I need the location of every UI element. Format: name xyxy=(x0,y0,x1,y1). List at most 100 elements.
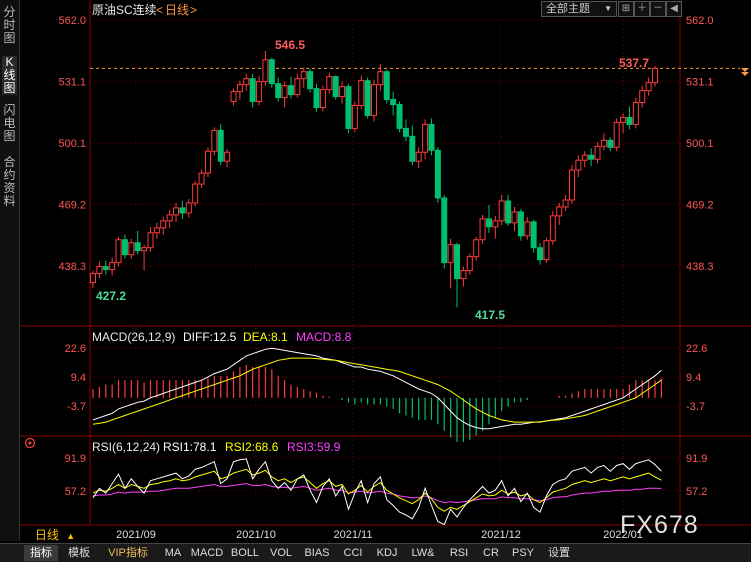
candle xyxy=(652,65,658,87)
candle xyxy=(383,69,390,104)
chart-area: 原油SC连续 < 日线 > MACD(26,12,9) DIFF:12.5 DE… xyxy=(20,0,751,541)
candle xyxy=(358,75,365,109)
tab-templates[interactable]: 模板 xyxy=(62,545,96,561)
tab-bias[interactable]: BIAS xyxy=(300,545,334,561)
price-tick-right: 469.2 xyxy=(686,200,714,212)
tab-macd[interactable]: MACD xyxy=(190,545,224,561)
tab-psy[interactable]: PSY xyxy=(508,545,538,561)
high-annotation: 546.5 xyxy=(275,38,305,52)
zoom-in-icon[interactable]: ＋ xyxy=(634,1,650,17)
macd-tick-left: 9.4 xyxy=(71,372,86,384)
candle xyxy=(287,76,294,99)
candle xyxy=(524,216,531,240)
candle xyxy=(422,119,429,160)
candle xyxy=(319,85,326,112)
candle xyxy=(575,155,582,178)
candle xyxy=(268,57,275,88)
candle xyxy=(192,181,199,206)
candle xyxy=(345,83,352,134)
price-tick-right: 531.1 xyxy=(686,76,714,88)
candle xyxy=(479,214,486,244)
candle xyxy=(243,73,250,91)
candle xyxy=(300,67,307,88)
period-open-bracket[interactable]: < xyxy=(156,3,163,17)
candle xyxy=(505,195,512,226)
candle xyxy=(236,80,243,100)
scroll-left-icon[interactable]: ◀ xyxy=(666,1,682,17)
zoom-out-icon[interactable]: － xyxy=(650,1,666,17)
rsi-tick-left: 91.9 xyxy=(65,453,86,465)
price-marker-icon xyxy=(741,68,749,76)
candle xyxy=(377,63,384,91)
macd-tick-right: 22.6 xyxy=(686,343,707,355)
candle xyxy=(211,127,218,156)
candle xyxy=(390,91,397,116)
tab-cr[interactable]: CR xyxy=(478,545,504,561)
candle xyxy=(639,85,646,108)
candle xyxy=(249,73,256,108)
date-tick-label: 2021/09 xyxy=(116,529,156,541)
candle xyxy=(441,195,448,269)
candle xyxy=(626,106,633,130)
candle xyxy=(594,142,601,164)
candle xyxy=(409,125,416,166)
theme-dropdown-label: 全部主题 xyxy=(546,3,590,15)
price-tick-left: 500.1 xyxy=(58,138,86,150)
candle xyxy=(109,257,116,276)
last-annotation: 537.7 xyxy=(619,56,649,70)
candle xyxy=(326,72,333,94)
candle xyxy=(562,195,569,211)
tab-lw[interactable]: LW& xyxy=(406,545,440,561)
macd-tick-right: -3.7 xyxy=(686,401,705,413)
crosshair-icon[interactable]: ⊞ xyxy=(618,1,634,17)
target-icon[interactable] xyxy=(24,437,36,449)
candle xyxy=(498,195,505,225)
candle xyxy=(90,270,96,289)
candle xyxy=(141,244,148,271)
tab-rsi[interactable]: RSI xyxy=(444,545,474,561)
candle xyxy=(115,236,122,267)
instrument-title: 原油SC连续 xyxy=(92,2,157,17)
candle xyxy=(556,202,563,225)
theme-dropdown[interactable]: 全部主题 ▼ xyxy=(541,1,617,17)
low-annotation: 417.5 xyxy=(475,308,505,322)
tab-ma[interactable]: MA xyxy=(160,545,186,561)
candle xyxy=(600,133,607,151)
tab-vip-indicators[interactable]: VIP指标 xyxy=(100,545,156,561)
candle xyxy=(230,88,237,106)
period-close-bracket[interactable]: > xyxy=(190,3,197,17)
rsi-tick-right: 91.9 xyxy=(686,453,707,465)
candle xyxy=(173,202,180,222)
candle xyxy=(537,242,544,265)
macd-tick-left: -3.7 xyxy=(67,401,86,413)
rsi2-label: RSI2:68.6 xyxy=(225,440,279,454)
macd-diff-label: DIFF:12.5 xyxy=(183,330,237,344)
date-tick-label: 2021/11 xyxy=(334,529,373,541)
candle xyxy=(402,119,409,142)
candle xyxy=(102,260,109,275)
candle xyxy=(454,242,461,308)
price-tick-right: 500.1 xyxy=(686,138,714,150)
tab-indicators[interactable]: 指标 xyxy=(24,545,58,561)
candle xyxy=(530,219,537,253)
candle xyxy=(607,137,614,152)
price-tick-left: 531.1 xyxy=(58,76,86,88)
candle xyxy=(198,169,205,189)
candle xyxy=(485,204,492,233)
date-tick-label: 2021/12 xyxy=(481,529,521,541)
tab-settings[interactable]: 设置 xyxy=(542,545,576,561)
candle xyxy=(434,147,441,203)
candle xyxy=(588,148,595,167)
tab-cci[interactable]: CCI xyxy=(338,545,368,561)
tab-vol[interactable]: VOL xyxy=(266,545,296,561)
macd-layer xyxy=(92,347,662,442)
candle xyxy=(492,215,499,239)
period-selector[interactable]: 日线 ▲ xyxy=(24,527,86,543)
candle xyxy=(473,236,480,261)
tab-boll[interactable]: BOLL xyxy=(228,545,262,561)
candle xyxy=(396,101,403,133)
price-tick-right: 562.0 xyxy=(686,15,714,27)
candle xyxy=(224,149,231,168)
first-low-annotation: 427.2 xyxy=(96,289,126,303)
tab-kdj[interactable]: KDJ xyxy=(372,545,402,561)
